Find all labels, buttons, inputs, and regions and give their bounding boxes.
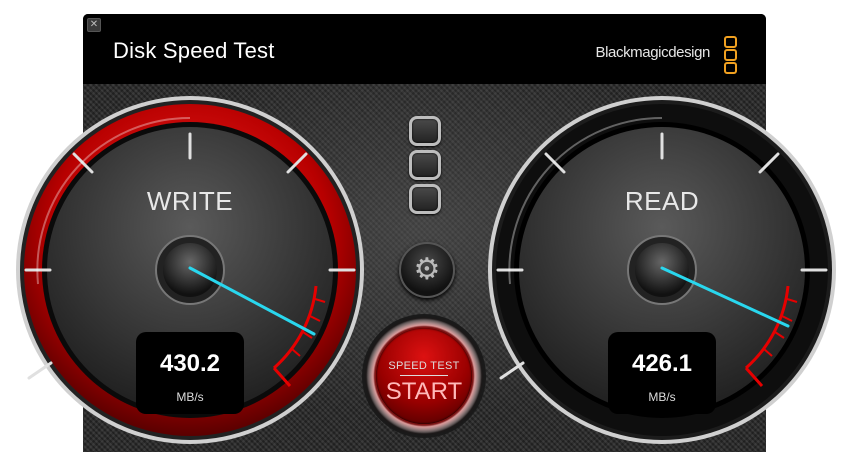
write-speed-unit: MB/s: [176, 390, 204, 404]
read-speed-unit: MB/s: [648, 390, 676, 404]
speed-test-label: SPEED TEST: [388, 360, 460, 372]
write-gauge: WRITE 430.2 MB/s: [14, 94, 366, 446]
settings-button[interactable]: ⚙: [399, 242, 455, 298]
read-readout: 426.1 MB/s: [608, 332, 716, 414]
read-speed-value: 426.1: [631, 350, 693, 377]
read-gauge: READ 426.1 MB/s: [486, 94, 838, 446]
titlebar: ✕ Disk Speed Test Blackmagicdesign: [83, 14, 766, 84]
write-readout: 430.2 MB/s: [136, 332, 244, 414]
write-label: WRITE: [146, 186, 234, 216]
start-label: START: [385, 378, 463, 405]
brand-name: Blackmagicdesign: [595, 44, 711, 61]
read-label: READ: [624, 186, 700, 216]
start-button-face[interactable]: SPEED TEST START: [376, 328, 472, 424]
gear-icon: ⚙: [413, 252, 441, 287]
start-button[interactable]: SPEED TEST START: [362, 314, 486, 438]
blackmagic-center-logo-icon: [409, 116, 443, 218]
blackmagic-logo-icon: [724, 36, 738, 74]
start-divider: [400, 375, 448, 376]
close-icon: ✕: [89, 19, 99, 30]
close-button[interactable]: ✕: [87, 18, 101, 32]
app-title: Disk Speed Test: [113, 38, 275, 63]
write-speed-value: 430.2: [159, 350, 221, 377]
